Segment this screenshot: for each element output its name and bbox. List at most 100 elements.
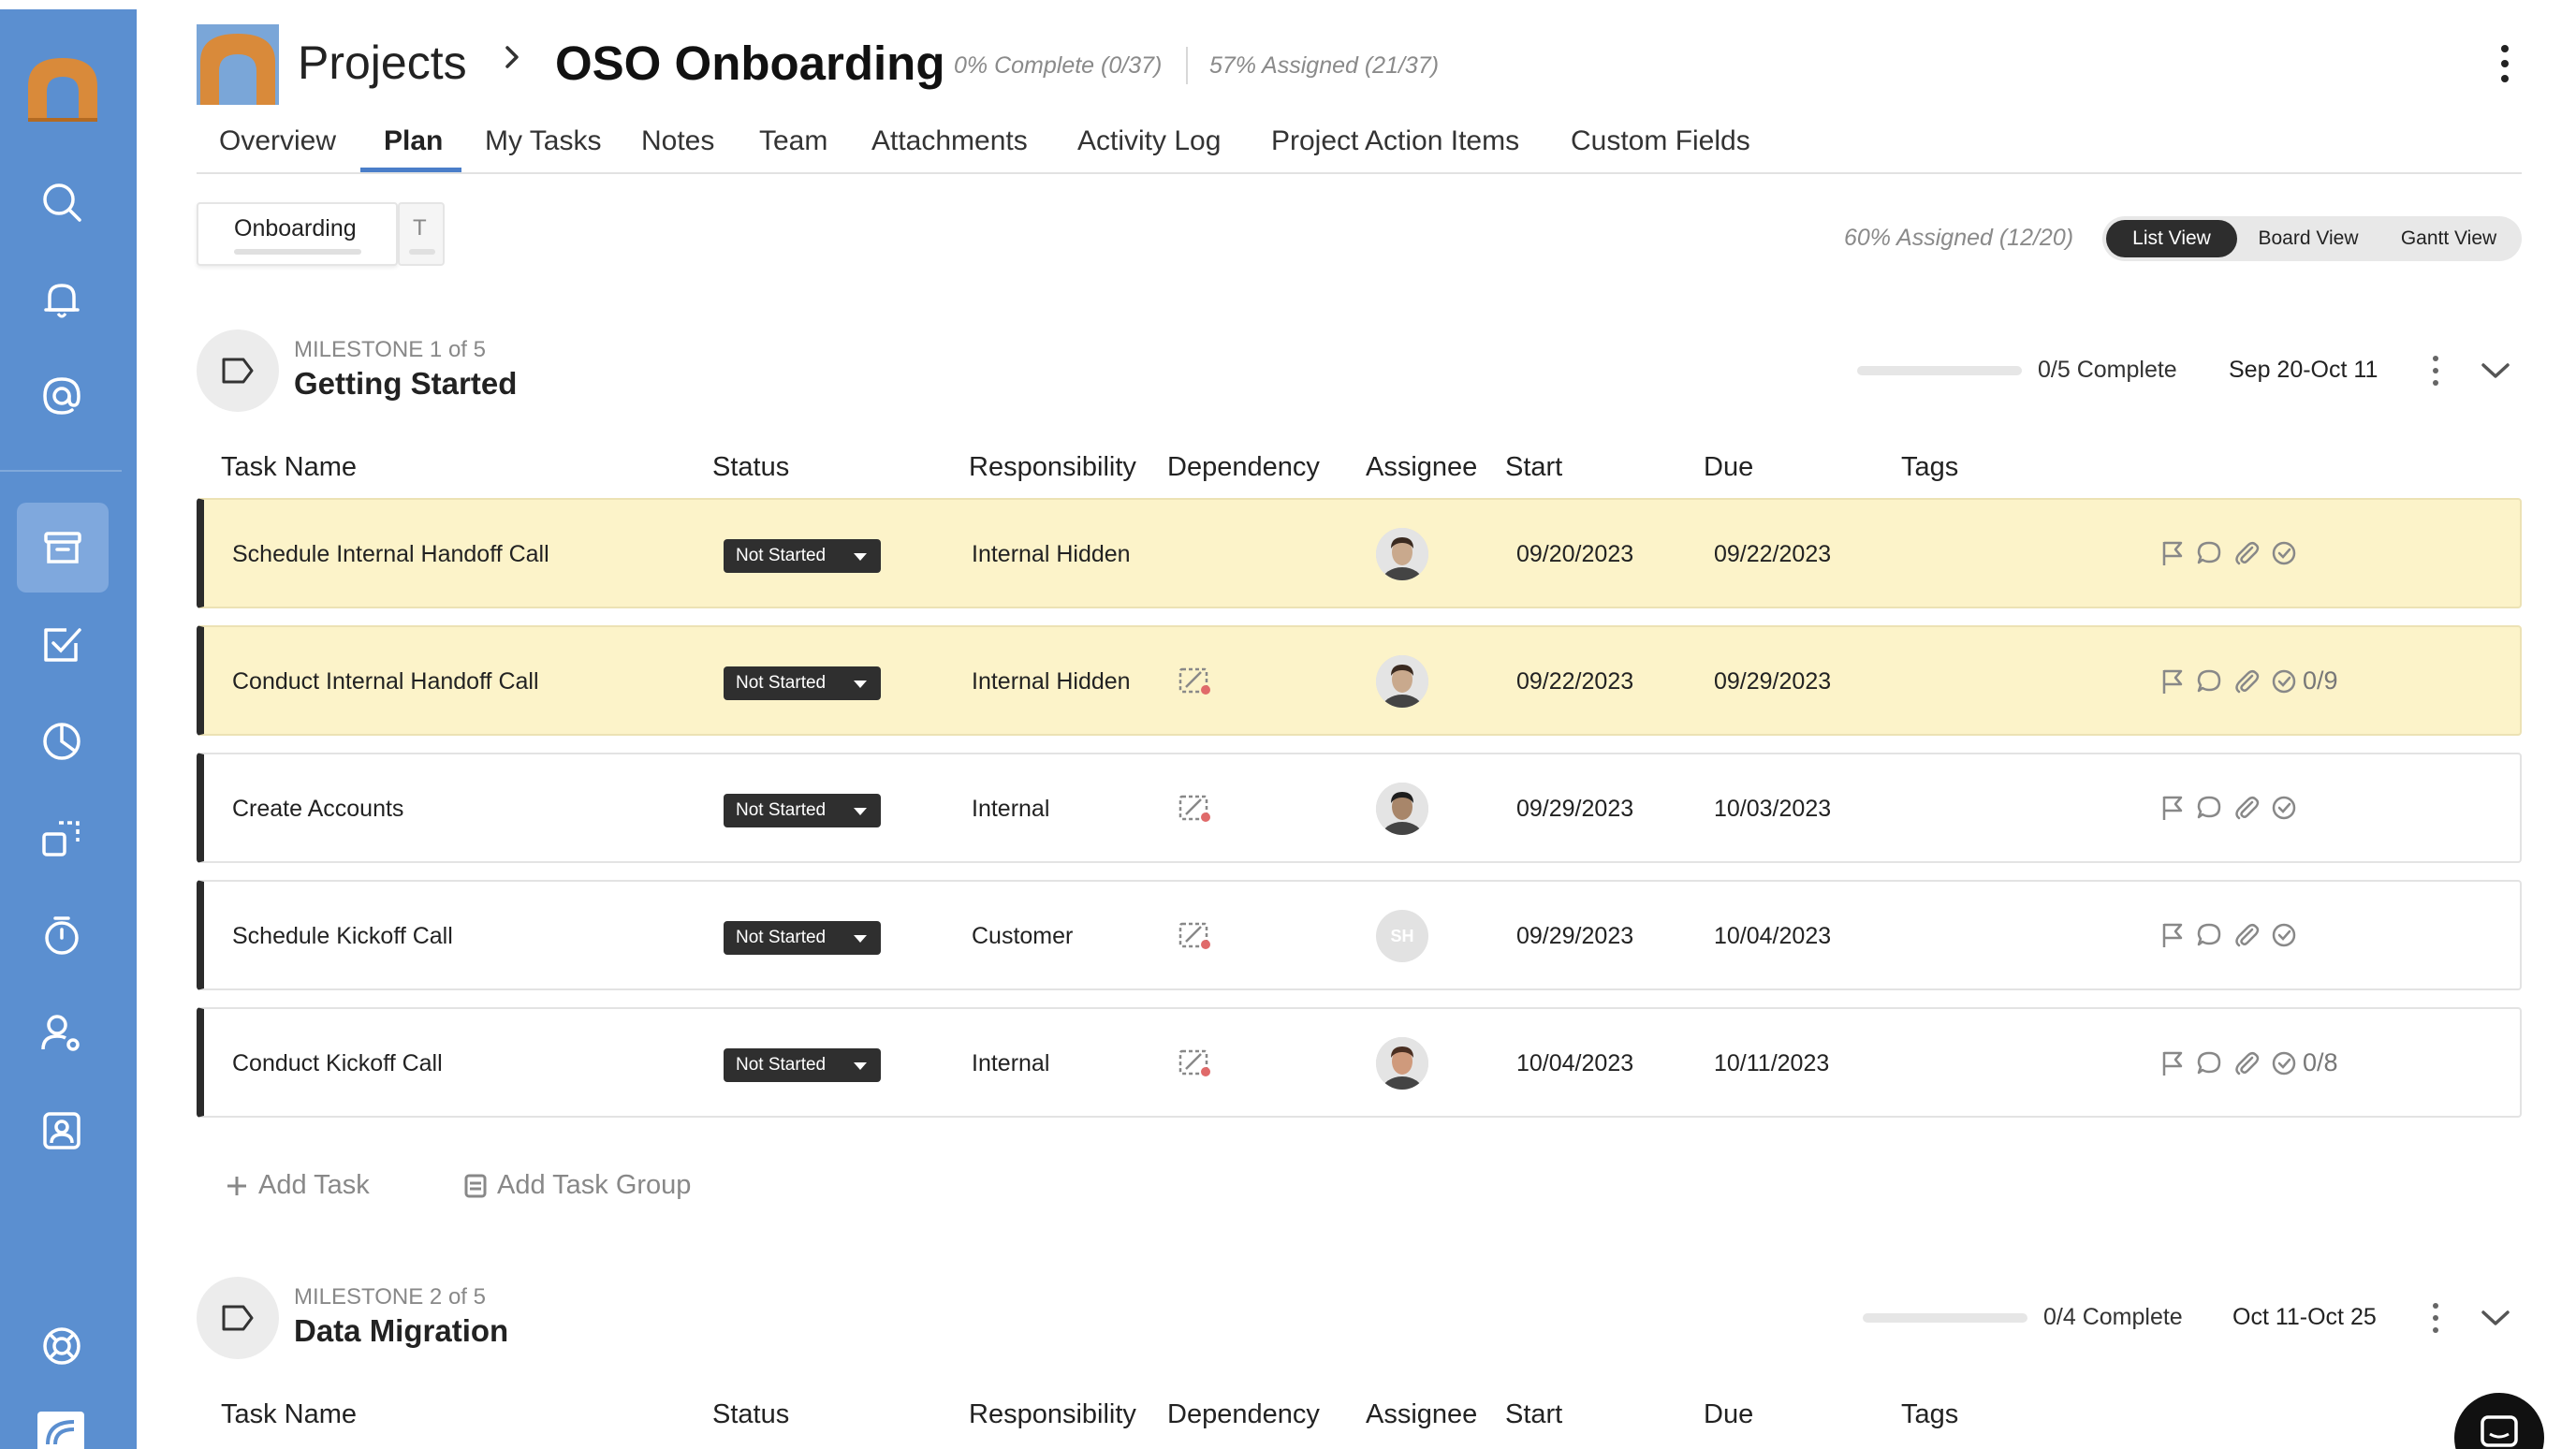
- assignee-avatar[interactable]: [1376, 528, 1428, 580]
- help-lifebuoy-icon[interactable]: [31, 1315, 93, 1377]
- tab-plan[interactable]: Plan: [384, 125, 443, 157]
- tab-project-action-items[interactable]: Project Action Items: [1271, 125, 1519, 157]
- task-due-date[interactable]: 10/03/2023: [1714, 796, 1831, 823]
- task-name[interactable]: Schedule Kickoff Call: [232, 923, 453, 950]
- task-name[interactable]: Schedule Internal Handoff Call: [232, 541, 549, 568]
- status-dropdown[interactable]: Not Started: [724, 794, 881, 827]
- comment-icon[interactable]: [2196, 540, 2222, 566]
- assignee-avatar[interactable]: SH: [1376, 910, 1428, 962]
- checklist-icon[interactable]: [2271, 922, 2297, 948]
- task-row[interactable]: Conduct Kickoff Call Not Started Internal 1…: [197, 1007, 2522, 1118]
- col-dependency[interactable]: Dependency: [1167, 452, 1320, 483]
- flag-icon[interactable]: [2160, 794, 2185, 822]
- attachment-icon[interactable]: [2233, 540, 2260, 566]
- tab-attachments[interactable]: Attachments: [871, 125, 1028, 157]
- tab-my-tasks[interactable]: My Tasks: [485, 125, 601, 157]
- gantt-view-button[interactable]: Gantt View: [2379, 220, 2518, 257]
- task-due-date[interactable]: 10/04/2023: [1714, 923, 1831, 950]
- status-dropdown[interactable]: Not Started: [724, 539, 881, 573]
- reports-pie-icon[interactable]: [31, 710, 93, 772]
- checklist-icon[interactable]: [2271, 540, 2297, 566]
- tasks-checkbox-icon[interactable]: [31, 613, 93, 675]
- col-due[interactable]: Due: [1704, 1399, 1753, 1430]
- milestone-collapse-chevron-icon[interactable]: [2479, 1305, 2512, 1331]
- milestone-menu-kebab-icon[interactable]: [2428, 1301, 2443, 1335]
- plan-tab-second[interactable]: T: [398, 202, 445, 266]
- search-icon[interactable]: [31, 171, 93, 233]
- comment-icon[interactable]: [2196, 795, 2222, 821]
- status-dropdown[interactable]: Not Started: [724, 921, 881, 955]
- task-due-date[interactable]: 10/11/2023: [1714, 1050, 1829, 1077]
- col-task-name[interactable]: Task Name: [221, 1399, 357, 1430]
- col-assignee[interactable]: Assignee: [1366, 452, 1477, 483]
- task-row[interactable]: Schedule Kickoff Call Not Started Customer…: [197, 880, 2522, 990]
- col-status[interactable]: Status: [712, 452, 789, 483]
- comment-icon[interactable]: [2196, 1050, 2222, 1076]
- add-task-group-button[interactable]: Add Task Group: [463, 1170, 691, 1201]
- attachment-icon[interactable]: [2233, 922, 2260, 948]
- task-row[interactable]: Conduct Internal Handoff Call Not Started…: [197, 625, 2522, 736]
- app-logo-icon[interactable]: [21, 49, 105, 124]
- plan-tab-onboarding[interactable]: Onboarding: [197, 202, 398, 266]
- task-name[interactable]: Conduct Internal Handoff Call: [232, 668, 539, 695]
- assignee-avatar[interactable]: [1376, 655, 1428, 708]
- task-start-date[interactable]: 10/04/2023: [1516, 1050, 1633, 1077]
- dependency-icon[interactable]: [1178, 919, 1213, 951]
- tab-overview[interactable]: Overview: [219, 125, 336, 157]
- task-row[interactable]: Create Accounts Not Started Internal 09/29/…: [197, 753, 2522, 863]
- tab-team[interactable]: Team: [759, 125, 827, 157]
- assignee-avatar[interactable]: [1376, 1037, 1428, 1090]
- flag-icon[interactable]: [2160, 1049, 2185, 1077]
- task-start-date[interactable]: 09/22/2023: [1516, 668, 1633, 695]
- templates-icon[interactable]: [31, 808, 93, 870]
- checklist-icon[interactable]: [2271, 795, 2297, 821]
- checklist-icon[interactable]: [2271, 1050, 2297, 1076]
- add-task-button[interactable]: Add Task: [225, 1170, 370, 1201]
- chat-launcher-button[interactable]: [2454, 1393, 2544, 1449]
- flag-icon[interactable]: [2160, 667, 2185, 695]
- project-menu-kebab-icon[interactable]: [2490, 43, 2520, 84]
- col-tags[interactable]: Tags: [1901, 452, 1958, 483]
- projects-icon[interactable]: [17, 503, 109, 593]
- dependency-icon[interactable]: [1178, 792, 1213, 824]
- col-task-name[interactable]: Task Name: [221, 452, 357, 483]
- contacts-icon[interactable]: [31, 1100, 93, 1162]
- bell-icon[interactable]: [31, 269, 93, 330]
- task-due-date[interactable]: 09/29/2023: [1714, 668, 1831, 695]
- milestone-collapse-chevron-icon[interactable]: [2479, 358, 2512, 384]
- col-start[interactable]: Start: [1505, 452, 1562, 483]
- checklist-icon[interactable]: [2271, 668, 2297, 695]
- assignee-avatar[interactable]: [1376, 783, 1428, 835]
- user-settings-icon[interactable]: [31, 1003, 93, 1064]
- col-due[interactable]: Due: [1704, 452, 1753, 483]
- status-dropdown[interactable]: Not Started: [724, 1048, 881, 1082]
- attachment-icon[interactable]: [2233, 795, 2260, 821]
- col-start[interactable]: Start: [1505, 1399, 1562, 1430]
- task-due-date[interactable]: 09/22/2023: [1714, 541, 1831, 568]
- col-responsibility[interactable]: Responsibility: [969, 1399, 1136, 1430]
- list-view-button[interactable]: List View: [2106, 220, 2237, 257]
- task-row[interactable]: Schedule Internal Handoff Call Not Starte…: [197, 498, 2522, 608]
- board-view-button[interactable]: Board View: [2241, 220, 2376, 257]
- mentions-icon[interactable]: [31, 365, 93, 427]
- task-name[interactable]: Create Accounts: [232, 796, 403, 823]
- col-assignee[interactable]: Assignee: [1366, 1399, 1477, 1430]
- col-dependency[interactable]: Dependency: [1167, 1399, 1320, 1430]
- company-logo-icon[interactable]: [37, 1412, 84, 1449]
- col-responsibility[interactable]: Responsibility: [969, 452, 1136, 483]
- task-start-date[interactable]: 09/29/2023: [1516, 796, 1633, 823]
- attachment-icon[interactable]: [2233, 668, 2260, 695]
- status-dropdown[interactable]: Not Started: [724, 666, 881, 700]
- comment-icon[interactable]: [2196, 922, 2222, 948]
- comment-icon[interactable]: [2196, 668, 2222, 695]
- dependency-icon[interactable]: [1178, 1046, 1213, 1078]
- task-start-date[interactable]: 09/29/2023: [1516, 923, 1633, 950]
- breadcrumb-projects[interactable]: Projects: [298, 36, 467, 90]
- col-tags[interactable]: Tags: [1901, 1399, 1958, 1430]
- tab-activity-log[interactable]: Activity Log: [1077, 125, 1221, 157]
- flag-icon[interactable]: [2160, 539, 2185, 567]
- task-name[interactable]: Conduct Kickoff Call: [232, 1050, 443, 1077]
- task-start-date[interactable]: 09/20/2023: [1516, 541, 1633, 568]
- attachment-icon[interactable]: [2233, 1050, 2260, 1076]
- col-status[interactable]: Status: [712, 1399, 789, 1430]
